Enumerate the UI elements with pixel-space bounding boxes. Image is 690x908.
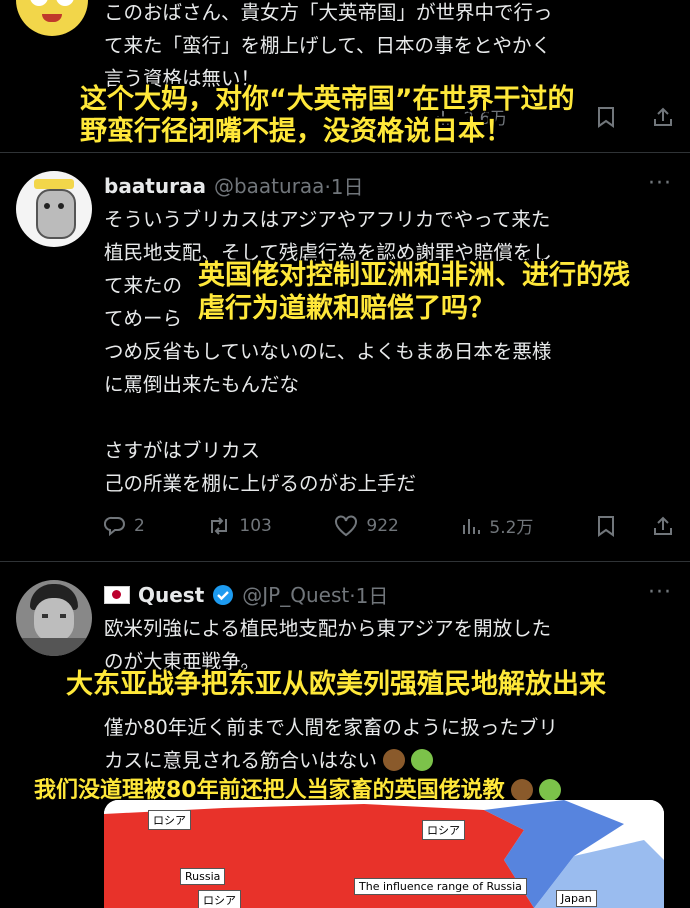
repost-icon xyxy=(211,516,228,535)
caption-line: 虐行为道歉和赔偿了吗？ xyxy=(198,293,495,324)
caption-overlay: 这个大妈，对你“大英帝国”在世界干过的 野蛮行径闭嘴不提，没资格说日本！ xyxy=(80,84,575,148)
map-label: Japan xyxy=(556,890,597,907)
share-icon[interactable] xyxy=(652,106,674,128)
post-2[interactable]: baaturaa @baaturaa ·1日 ··· そういうブリカスはアジアやア… xyxy=(0,153,690,561)
map-label: ロシア xyxy=(422,820,465,840)
text-line: 己の所業を棚に上げるのがお上手だ xyxy=(104,472,417,495)
text-line: さすがはブリカス xyxy=(104,439,261,462)
text-line: 僅か80年近く前まで人間を家畜のように扱ったブリ xyxy=(104,716,558,739)
text-line xyxy=(104,401,552,434)
attached-map-image[interactable]: ロシア ロシア Russia ロシア The influence range o… xyxy=(104,800,664,908)
avatar[interactable] xyxy=(16,0,88,36)
post-header: baaturaa @baaturaa ·1日 xyxy=(104,171,364,200)
post-text: このおばさん、貴女方「大英帝国」が世界中で行っ て来た「蛮行」を棚上げして、日本… xyxy=(104,0,553,95)
avatar[interactable] xyxy=(16,580,92,656)
handle[interactable]: @JP_Quest xyxy=(242,583,349,607)
display-name[interactable]: baaturaa xyxy=(104,174,206,198)
timestamp[interactable]: ·1日 xyxy=(349,580,388,609)
repost-button[interactable]: 103 xyxy=(207,515,272,537)
display-name[interactable]: Quest xyxy=(138,583,204,607)
post-header: Quest @JP_Quest ·1日 xyxy=(104,580,388,609)
caption-overlay: 大东亚战争把东亚从欧美列强殖民地解放出来 xyxy=(66,668,606,702)
repost-count: 103 xyxy=(239,515,272,536)
post-text: そういうブリカスはアジアやアフリカでやって来た 植民地支配、そして残虐行為を認め… xyxy=(104,203,552,500)
text-line: に罵倒出来たもんだな xyxy=(104,373,300,396)
text-line: 欧米列強による植民地支配から東アジアを開放した xyxy=(104,617,552,640)
views-count: 5.2万 xyxy=(489,518,534,538)
map-label: ロシア xyxy=(148,810,191,830)
text-line: そういうブリカスはアジアやアフリカでやって来た xyxy=(104,208,551,231)
like-count: 922 xyxy=(366,515,399,536)
share-icon[interactable] xyxy=(652,515,674,537)
like-icon xyxy=(335,514,358,536)
bookmark-icon[interactable] xyxy=(596,106,616,128)
map-label: ロシア xyxy=(198,890,241,908)
nauseated-face-emoji-icon xyxy=(411,749,434,771)
views-button[interactable]: 5.2万 xyxy=(461,513,533,538)
text-line: て来た「蛮行」を棚上げして、日本の事をとやかく xyxy=(104,34,551,57)
more-icon[interactable]: ··· xyxy=(648,580,672,605)
views-icon xyxy=(463,518,481,534)
text-line: カスに意見される筋合いはない xyxy=(104,744,558,777)
verified-badge-icon xyxy=(213,584,234,605)
map-label: Russia xyxy=(180,868,226,885)
map-label: The influence range of Russia xyxy=(354,878,527,895)
japan-flag-icon xyxy=(104,585,130,604)
caption-line: 大东亚战争把东亚从欧美列强殖民地解放出来 xyxy=(66,669,606,700)
text-line: つめ反省もしていないのに、よくもまあ日本を悪様 xyxy=(104,340,552,363)
caption-line: 英国佬对控制亚洲和非洲、进行的残 xyxy=(198,260,630,291)
handle[interactable]: @baaturaa xyxy=(214,174,324,198)
reply-icon xyxy=(104,516,125,536)
poop-emoji-icon xyxy=(510,779,533,801)
nauseated-face-emoji-icon xyxy=(538,779,561,801)
action-bar: 2 103 922 5.2万 xyxy=(104,513,674,538)
post-1[interactable]: このおばさん、貴女方「大英帝国」が世界中で行っ て来た「蛮行」を棚上げして、日本… xyxy=(0,0,690,152)
caption-overlay: 英国佬对控制亚洲和非洲、进行的残 虐行为道歉和赔偿了吗？ xyxy=(198,259,630,325)
text-fragment: カスに意見される筋合いはない xyxy=(104,749,378,772)
caption-line: 这个大妈，对你“大英帝国”在世界干过的 xyxy=(80,84,575,115)
bookmark-icon[interactable] xyxy=(596,515,616,537)
poop-emoji-icon xyxy=(383,749,406,771)
avatar[interactable] xyxy=(16,171,92,247)
more-icon[interactable]: ··· xyxy=(648,171,672,196)
caption-line: 野蛮行径闭嘴不提，没资格说日本！ xyxy=(80,116,512,147)
reply-count: 2 xyxy=(134,515,145,536)
timestamp[interactable]: ·1日 xyxy=(324,171,363,200)
text-line: このおばさん、貴女方「大英帝国」が世界中で行っ xyxy=(104,1,553,24)
reply-button[interactable]: 2 xyxy=(104,515,145,537)
like-button[interactable]: 922 xyxy=(334,514,399,537)
